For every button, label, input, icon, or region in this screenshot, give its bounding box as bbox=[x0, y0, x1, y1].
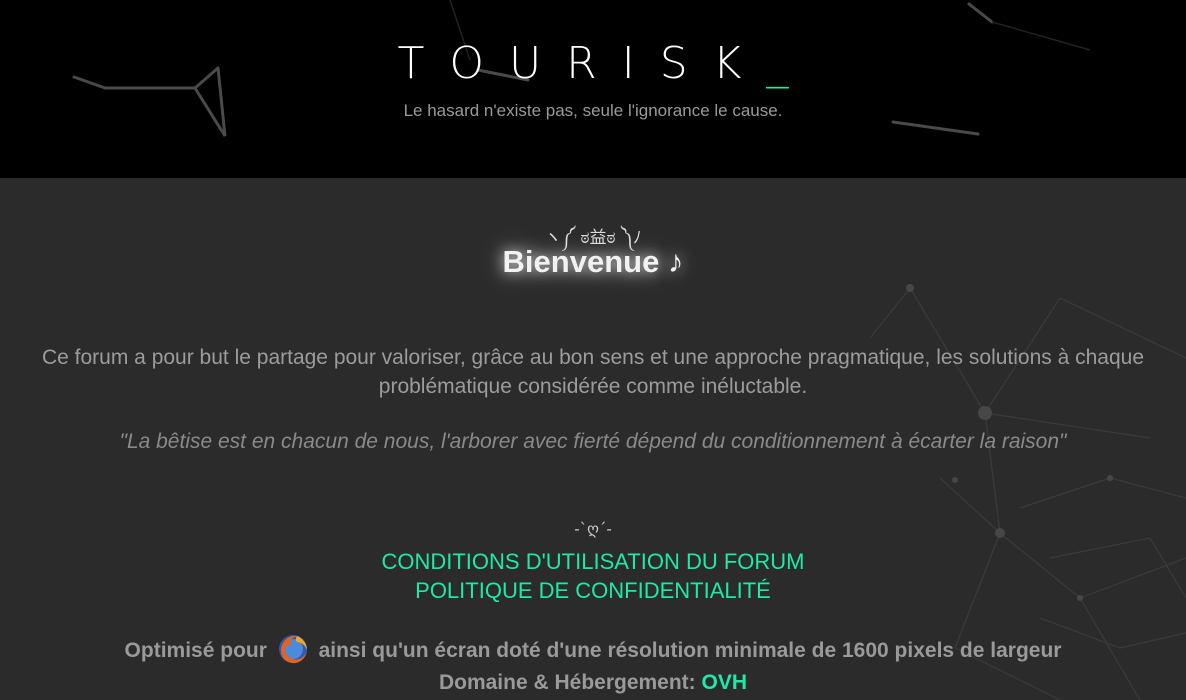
terms-of-use-link[interactable]: CONDITIONS D'UTILISATION DU FORUM bbox=[381, 549, 804, 574]
site-tagline: Le hasard n'existe pas, seule l'ignoranc… bbox=[403, 101, 783, 120]
privacy-link-row: POLITIQUE DE CONFIDENTIALITÉ bbox=[0, 578, 1186, 604]
ovh-link[interactable]: OVH bbox=[702, 671, 748, 694]
welcome-title: Bienvenue ♪ bbox=[502, 244, 684, 279]
privacy-policy-link[interactable]: POLITIQUE DE CONFIDENTIALITÉ bbox=[415, 578, 771, 603]
optimized-prefix: Optimisé pour bbox=[124, 639, 267, 662]
optimized-suffix: ainsi qu'un écran doté d'une résolution … bbox=[318, 639, 1062, 662]
browser-optimization-note: Optimisé pour ainsi qu'un écran doté d'u… bbox=[0, 633, 1186, 666]
site-logo[interactable]: TOURISK_ bbox=[0, 38, 1186, 90]
terms-link-row: CONDITIONS D'UTILISATION DU FORUM bbox=[0, 549, 1186, 575]
logo-cursor: _ bbox=[766, 38, 789, 89]
hosting-prefix: Domaine & Hébergement: bbox=[438, 671, 696, 694]
logo-text[interactable]: TOURISK bbox=[397, 38, 766, 89]
forum-description: Ce forum a pour but le partage pour valo… bbox=[41, 346, 1145, 398]
heart-divider: -`ღ´- bbox=[574, 520, 612, 538]
main-content: ヽ༼ ಠ益ಠ ༽ﾉ Bienvenue ♪ Ce forum a pour bu… bbox=[0, 178, 1186, 700]
site-header: TOURISK_ Le hasard n'existe pas, seule l… bbox=[0, 0, 1186, 178]
forum-quote: "La bêtise est en chacun de nous, l'arbo… bbox=[119, 430, 1067, 453]
hosting-note: Domaine & Hébergement: OVH bbox=[0, 671, 1186, 695]
firefox-icon[interactable] bbox=[277, 633, 309, 665]
